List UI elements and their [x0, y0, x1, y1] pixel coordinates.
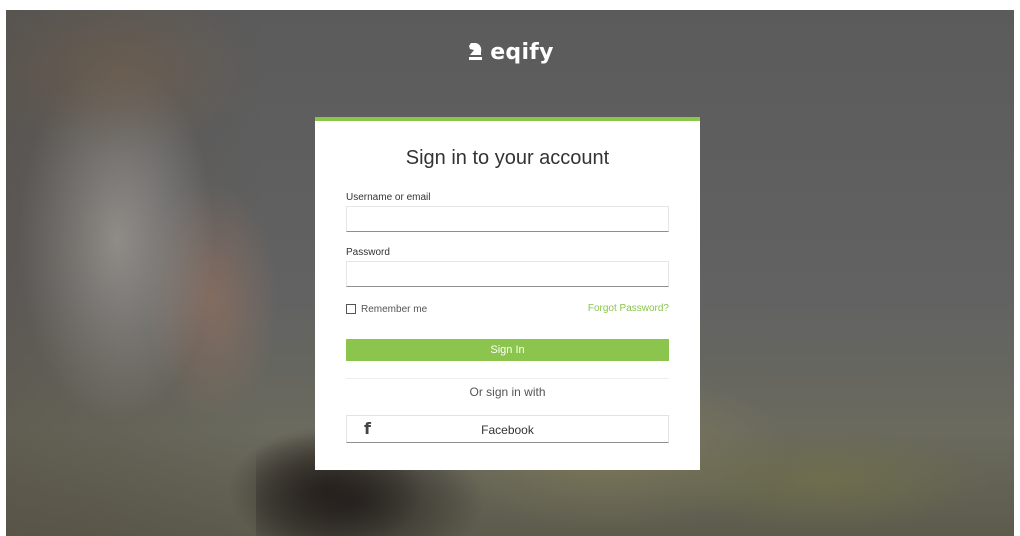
username-label: Username or email: [346, 192, 431, 203]
password-input[interactable]: [346, 261, 669, 287]
login-card: Sign in to your account Username or emai…: [315, 117, 700, 470]
login-title: Sign in to your account: [405, 147, 610, 169]
page-frame: eqify Sign in to your account Username o…: [0, 0, 1020, 536]
remember-me[interactable]: Remember me: [346, 302, 427, 316]
background-shade: [6, 10, 266, 536]
chess-knight-icon: [466, 42, 484, 68]
username-input[interactable]: [346, 206, 669, 232]
password-label: Password: [346, 247, 390, 258]
remember-label: Remember me: [361, 303, 428, 315]
divider: [346, 378, 669, 379]
brand-header: eqify: [0, 40, 1020, 68]
alt-signin-text: Or sign in with: [469, 385, 546, 399]
sign-in-button[interactable]: Sign In: [346, 339, 669, 361]
facebook-signin-button[interactable]: f Facebook: [346, 415, 669, 443]
brand-name: eqify: [490, 40, 554, 65]
remember-checkbox[interactable]: [346, 304, 356, 314]
forgot-password-link[interactable]: Forgot Password?: [588, 302, 669, 316]
facebook-label: Facebook: [481, 423, 534, 437]
